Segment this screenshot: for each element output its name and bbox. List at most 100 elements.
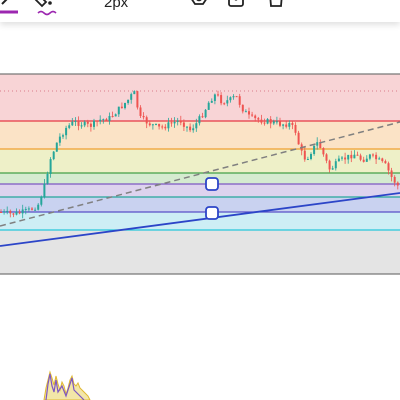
- settings-icon[interactable]: [186, 0, 212, 16]
- candle-body: [151, 124, 154, 126]
- candle-body: [372, 154, 374, 156]
- candle-body: [27, 208, 30, 210]
- pencil-icon[interactable]: [0, 0, 22, 16]
- fib-zone-top: [0, 74, 400, 121]
- fib-zone-purple: [0, 184, 400, 197]
- candle-body: [62, 135, 64, 137]
- candle-body: [269, 119, 272, 124]
- candle-body: [99, 119, 102, 122]
- trendline-handle-upper[interactable]: [205, 177, 219, 191]
- candle-body: [34, 209, 37, 211]
- candle-body: [114, 114, 117, 117]
- fib-zone-cyan: [0, 212, 400, 230]
- candle-body: [55, 142, 58, 152]
- candle-body: [58, 136, 61, 143]
- candle-body: [207, 102, 210, 110]
- candle-body: [325, 154, 328, 161]
- candle-body: [359, 155, 362, 160]
- candle-body: [179, 120, 182, 123]
- candle-body: [303, 150, 306, 160]
- candle-body: [9, 210, 12, 214]
- candle-body: [334, 161, 337, 169]
- candle-body: [220, 95, 223, 104]
- candle-body: [86, 121, 89, 124]
- candle-body: [80, 125, 83, 127]
- candle-body: [120, 106, 123, 109]
- candle-body: [347, 154, 350, 160]
- candle-body: [21, 209, 24, 214]
- candle-body: [378, 158, 381, 160]
- candle-body: [235, 96, 238, 98]
- candle-body: [130, 94, 133, 100]
- candle-body: [272, 121, 275, 124]
- drawing-toolbar: 2px: [0, 0, 400, 22]
- candle-body: [46, 173, 49, 184]
- candle-body: [260, 119, 263, 123]
- candle-body: [3, 211, 6, 213]
- candle-body: [337, 158, 340, 162]
- candle-body: [241, 104, 244, 112]
- candle-body: [83, 121, 86, 126]
- candle-body: [356, 154, 359, 156]
- candle-body: [229, 97, 232, 101]
- candle-body: [297, 132, 300, 145]
- candle-body: [105, 119, 108, 122]
- more-icon[interactable]: [304, 0, 328, 16]
- candle-body: [275, 121, 278, 123]
- fill-color-icon[interactable]: [34, 0, 62, 16]
- candle-body: [350, 154, 353, 159]
- candle-body: [89, 123, 92, 127]
- candle-body: [133, 91, 136, 95]
- candle-body: [232, 96, 235, 98]
- candle-body: [251, 114, 254, 116]
- line-style-icon[interactable]: [146, 0, 168, 16]
- candle-body: [182, 122, 185, 127]
- candle-body: [306, 159, 309, 161]
- candle-body: [139, 107, 142, 116]
- candle-body: [71, 121, 74, 126]
- candle-body: [155, 123, 157, 125]
- candle-body: [49, 159, 52, 174]
- candle-body: [285, 124, 288, 127]
- candle-body: [328, 160, 331, 170]
- candle-body: [226, 100, 229, 104]
- candle-body: [248, 111, 250, 115]
- candle-body: [344, 157, 347, 160]
- candle-body: [145, 117, 148, 124]
- candle-body: [24, 208, 27, 210]
- candle-body: [192, 128, 195, 131]
- candle-body: [52, 151, 55, 160]
- candle-body: [393, 176, 396, 183]
- candle-body: [167, 122, 170, 129]
- fib-retracement[interactable]: [0, 73, 400, 275]
- candle-body: [223, 103, 226, 105]
- candle-body: [322, 148, 325, 155]
- candle-body: [381, 158, 384, 162]
- candle-body: [170, 122, 173, 124]
- candle-body: [12, 213, 15, 215]
- delete-icon[interactable]: [266, 0, 286, 16]
- price-chart[interactable]: [0, 0, 400, 400]
- candle-body: [158, 123, 161, 127]
- candle-body: [341, 157, 343, 159]
- candle-body: [254, 115, 257, 119]
- trendline-handle-lower[interactable]: [205, 206, 219, 220]
- lock-icon[interactable]: [226, 0, 246, 16]
- candle-body: [127, 99, 130, 103]
- candle-body: [266, 119, 269, 124]
- candle-body: [331, 168, 334, 170]
- candle-body: [18, 211, 21, 214]
- candle-body: [189, 126, 192, 131]
- candle-body: [195, 123, 198, 129]
- candle-body: [68, 125, 71, 128]
- candle-body: [77, 120, 80, 126]
- candle-body: [362, 159, 365, 162]
- fib-zone-yellow: [0, 149, 400, 173]
- candle-body: [263, 122, 266, 124]
- candle-body: [210, 100, 213, 103]
- candle-body: [390, 170, 393, 177]
- line-width-icon[interactable]: 2px: [92, 0, 136, 16]
- candle-body: [161, 126, 164, 128]
- candle-body: [396, 182, 399, 186]
- candle-body: [310, 153, 312, 160]
